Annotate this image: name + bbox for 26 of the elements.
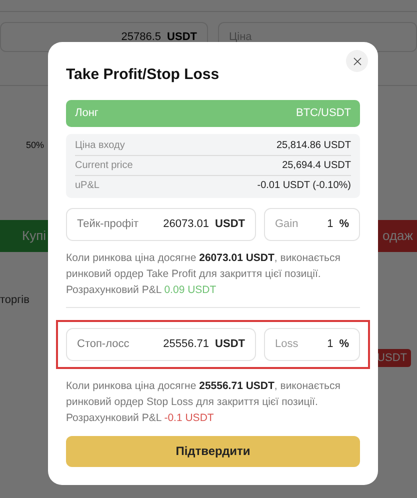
order-description: Коли ринкова ціна досягне 26073.01 USDT, виконається ринковий ордер Take Profit для закриття цієї позиції. Розрахунковий P&L 0.09 USDT — [66, 250, 342, 298]
slider-label: 50% — [26, 139, 44, 152]
field-value: 25786.5 — [121, 30, 162, 45]
unit-label: USDT — [167, 30, 197, 45]
dialog-title: Take Profit/Stop Loss — [66, 65, 220, 85]
field-value: 1 — [327, 336, 334, 352]
info-label: Current price — [75, 158, 133, 172]
field-value: 1 — [327, 216, 334, 232]
position-side: Лонг — [75, 106, 98, 121]
unit-label: % — [339, 216, 349, 232]
field-label: Loss — [275, 336, 298, 352]
field-value: 25556.71 — [163, 336, 210, 352]
field-label: Gain — [275, 216, 298, 232]
info-label: Ціна входу — [75, 138, 125, 152]
unit-label: USDT — [215, 336, 245, 352]
field-value: 26073.01 — [163, 216, 210, 232]
order-description: Коли ринкова ціна досягне 25556.71 USDT, виконається ринковий ордер Stop Loss для закриття цієї позиції. Розрахунковий P&L -0.1 USDT — [66, 378, 342, 426]
unit-label: % — [339, 336, 349, 352]
field-label: Тейк-профіт — [77, 216, 139, 232]
info-value: 25,694.4 USDT — [282, 158, 351, 172]
info-label: uP&L — [75, 179, 100, 193]
unit-label: USDT — [215, 216, 245, 232]
info-value: -0.01 USDT (-0.10%) — [257, 179, 351, 193]
info-value: 25,814.86 USDT — [276, 138, 351, 152]
trading-pair: BTC/USDT — [296, 106, 351, 121]
field-label: Стоп-лосс — [77, 336, 130, 352]
